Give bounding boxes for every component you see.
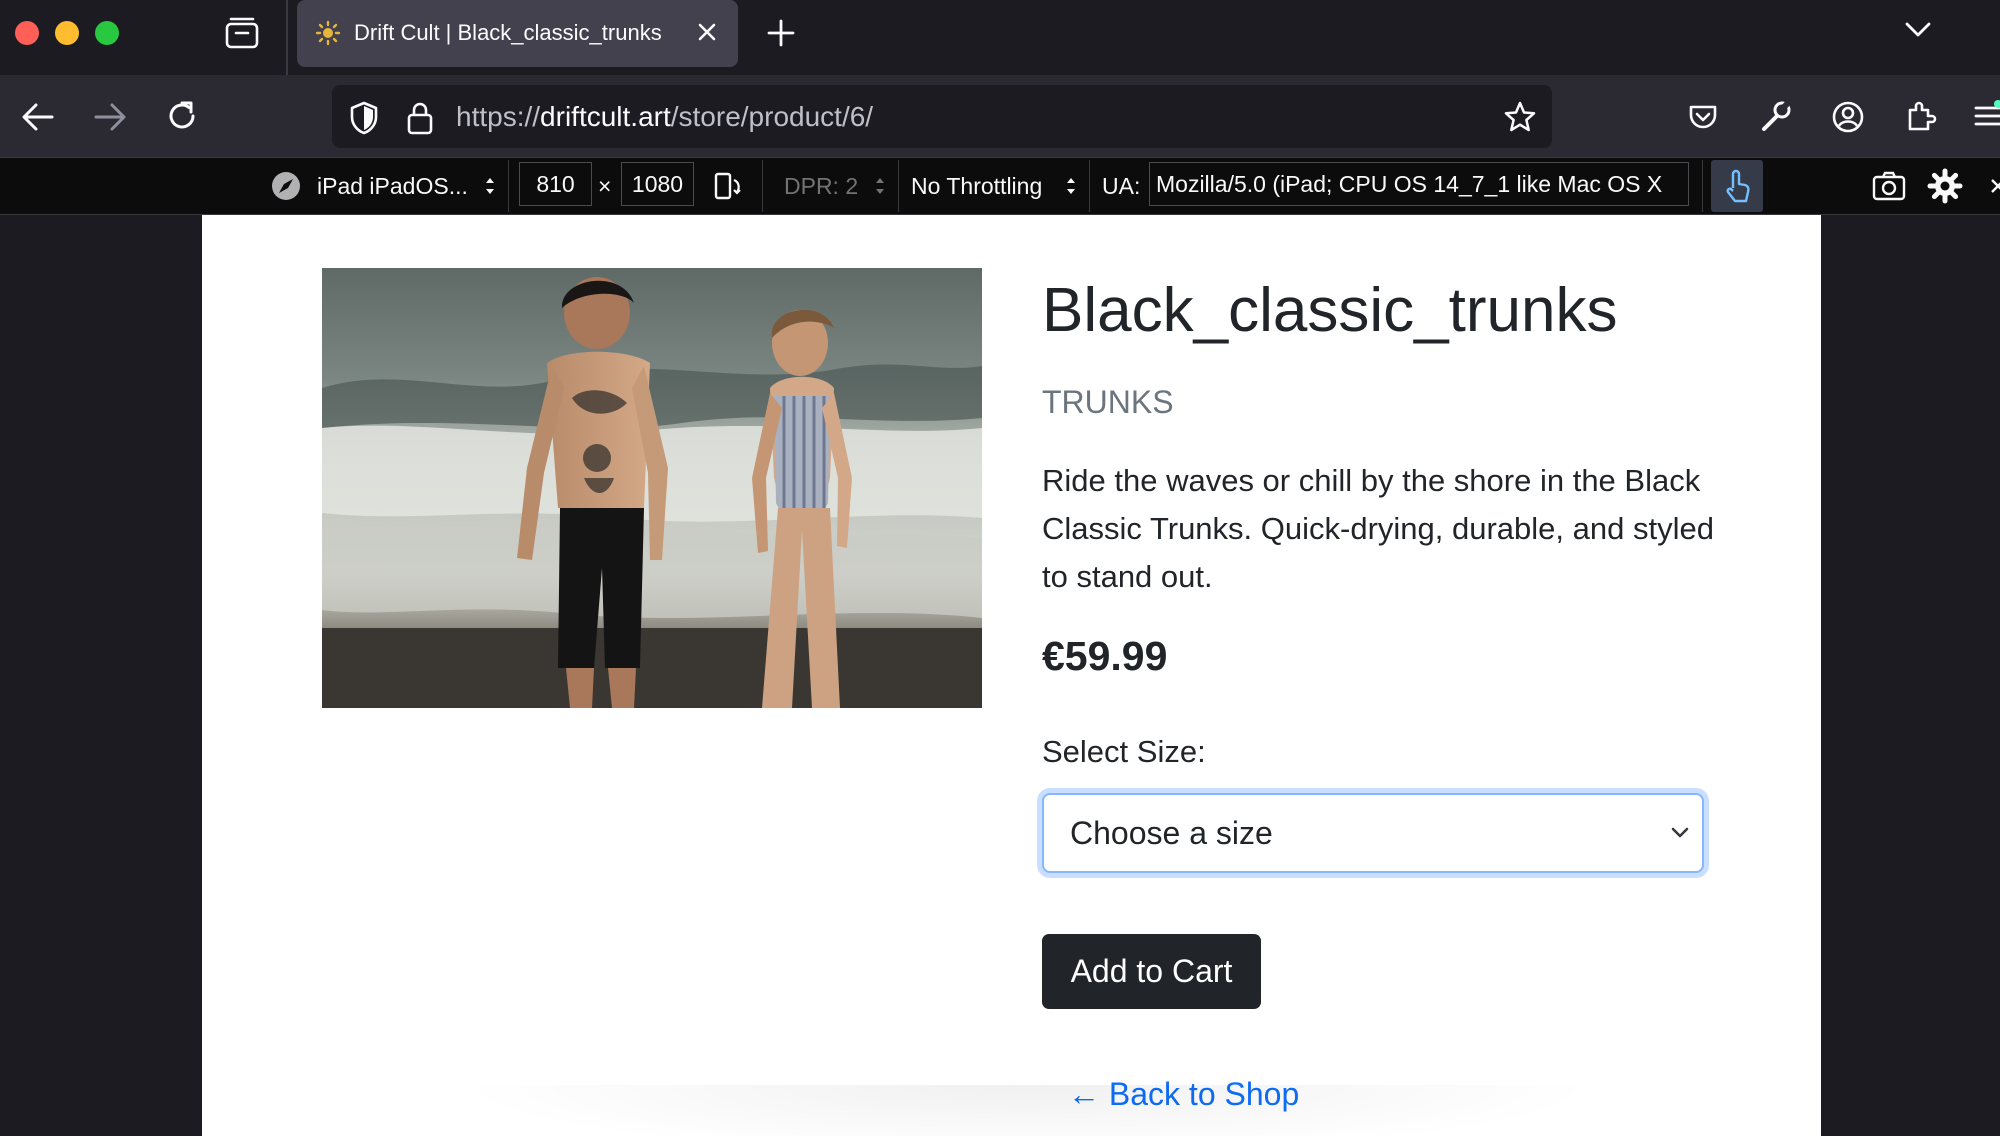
url-scheme: https:// [456, 101, 541, 132]
page-viewport: Black_classic_trunks TRUNKS Ride the wav… [202, 215, 1821, 1136]
lock-icon[interactable] [405, 100, 435, 136]
new-tab-icon[interactable] [766, 18, 796, 48]
star-icon[interactable] [1503, 100, 1537, 134]
ua-label: UA: [1102, 173, 1141, 199]
url-text[interactable]: https://driftcult.art/store/product/6/ [456, 98, 873, 136]
viewport-width-input[interactable]: 810 [519, 162, 592, 206]
product-title: Black_classic_trunks [1042, 276, 1618, 345]
add-to-cart-button[interactable]: Add to Cart [1042, 934, 1261, 1009]
user-agent-input[interactable]: Mozilla/5.0 (iPad; CPU OS 14_7_1 like Ma… [1149, 162, 1689, 206]
favicon-sun-icon [315, 20, 341, 46]
forward-icon[interactable] [92, 100, 128, 134]
size-select-value: Choose a size [1070, 815, 1273, 851]
throttling-selector[interactable]: No Throttling [911, 171, 1042, 201]
shield-icon[interactable] [348, 100, 380, 136]
footer-shadow [452, 1085, 1602, 1136]
chevron-down-icon [1671, 827, 1689, 838]
product-price: €59.99 [1042, 633, 1168, 679]
url-host: driftcult.art [540, 101, 671, 132]
device-selector-arrows-icon[interactable] [483, 175, 497, 197]
back-icon[interactable] [20, 100, 56, 134]
product-category: TRUNKS [1042, 384, 1174, 420]
minimize-window-button[interactable] [55, 21, 79, 45]
viewport-height-input[interactable]: 1080 [621, 162, 694, 206]
dpr-arrows-icon[interactable] [873, 175, 887, 197]
pocket-icon[interactable] [1686, 100, 1720, 134]
product-description: Ride the waves or chill by the shore in … [1042, 463, 1714, 594]
rotate-icon[interactable] [712, 170, 744, 202]
tab-list-icon[interactable] [1903, 18, 1933, 42]
size-select[interactable]: Choose a size [1042, 793, 1704, 873]
product-image [322, 268, 982, 708]
account-icon[interactable] [1830, 99, 1866, 135]
size-label: Select Size: [1042, 734, 1206, 769]
reload-icon[interactable] [164, 98, 200, 134]
close-window-button[interactable] [15, 21, 39, 45]
maximize-window-button[interactable] [95, 21, 119, 45]
toolbar-separator [1702, 160, 1703, 212]
touch-icon[interactable] [1721, 166, 1753, 206]
toolbar-separator [762, 160, 763, 212]
tab-divider [286, 0, 288, 75]
compass-icon [272, 172, 300, 200]
wrench-icon[interactable] [1758, 98, 1794, 134]
extensions-icon[interactable] [1902, 98, 1938, 134]
screenshot-icon[interactable] [1871, 169, 1907, 203]
toolbar-separator [1089, 160, 1090, 212]
close-tab-icon[interactable] [695, 20, 719, 44]
tab-overview-icon[interactable] [224, 16, 260, 50]
tab-title: Drift Cult | Black_classic_trunks [354, 20, 662, 45]
toolbar-separator [898, 160, 899, 212]
throttling-arrows-icon[interactable] [1064, 175, 1078, 197]
toolbar-separator [508, 160, 509, 212]
url-path: /store/product/6/ [670, 101, 874, 132]
menu-icon[interactable] [1972, 100, 2000, 132]
settings-icon[interactable] [1927, 168, 1963, 204]
dpr-selector[interactable]: DPR: 2 [784, 171, 858, 201]
close-rdm-icon[interactable] [1988, 176, 2000, 196]
device-selector[interactable]: iPad iPadOS... [317, 171, 468, 201]
dimension-times: × [598, 173, 612, 199]
